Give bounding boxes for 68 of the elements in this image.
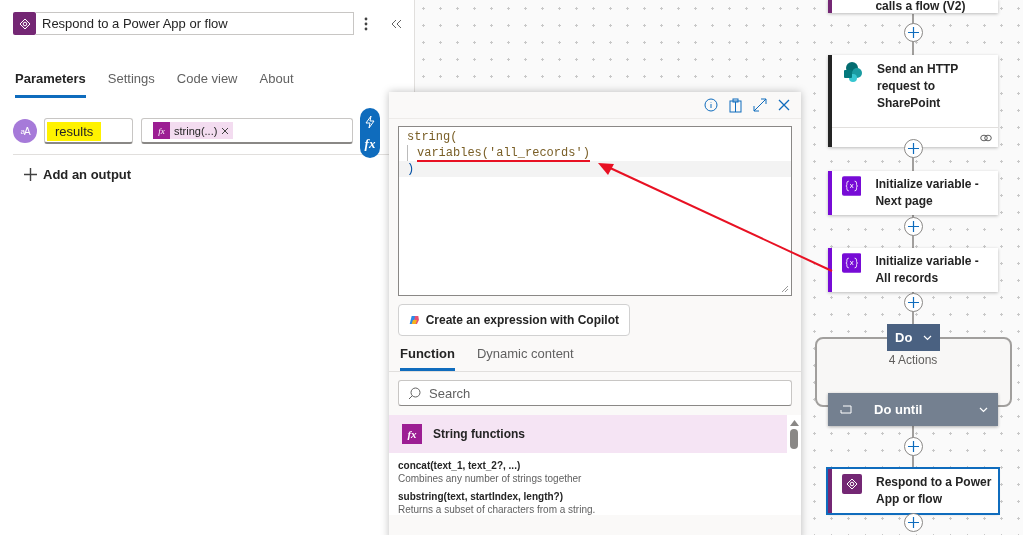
loop-card[interactable]: Do until (828, 393, 998, 426)
expression-button[interactable]: fx (364, 135, 376, 152)
scrollbar-thumb[interactable] (790, 429, 798, 449)
lightning-icon[interactable] (364, 114, 376, 129)
actions-count: 4 Actions (887, 353, 939, 367)
sharepoint-icon (842, 61, 864, 83)
search-icon (408, 386, 421, 400)
function-signature[interactable]: substring(text, startIndex, length?) (398, 491, 778, 502)
chevron-down-icon (923, 334, 932, 341)
search-field[interactable]: Search (398, 380, 792, 406)
info-icon[interactable] (704, 98, 718, 112)
plus-icon (908, 441, 919, 452)
plus-icon (908, 143, 919, 154)
close-icon[interactable] (221, 126, 230, 135)
action-title: Initialize variable - Next page (875, 176, 980, 210)
function-signature[interactable]: concat(text_1, text_2?, ...) (398, 460, 778, 471)
plus-icon (908, 221, 919, 232)
add-step-button[interactable] (904, 293, 923, 312)
power-apps-icon (842, 474, 862, 494)
expression-field[interactable]: string( variables('all_records') ) (398, 126, 792, 296)
action-card[interactable]: Respond to a Power App or flow (828, 469, 998, 513)
action-title: Send an HTTP request to SharePoint (877, 61, 960, 112)
plus-icon (908, 27, 919, 38)
add-output-button[interactable]: Add an output (24, 167, 132, 182)
plus-icon (908, 517, 919, 528)
variable-icon (842, 253, 862, 273)
chevron-down-icon (979, 406, 988, 413)
variable-icon (842, 176, 862, 196)
power-apps-icon (13, 12, 36, 35)
close-icon[interactable] (778, 99, 790, 111)
plus-icon (24, 168, 37, 181)
tab[interactable]: Code view (176, 71, 238, 98)
action-name-field[interactable]: Respond to a Power App or flow (36, 12, 354, 35)
add-step-button[interactable] (904, 513, 923, 532)
copilot-button[interactable]: Create an expression with Copilot (398, 304, 630, 336)
expand-icon[interactable] (753, 98, 767, 112)
plus-icon (908, 297, 919, 308)
function-group-header[interactable]: fx String functions (389, 415, 787, 453)
function-description: Combines any number of strings together (398, 473, 583, 484)
link-icon (980, 133, 992, 142)
tab[interactable]: About (259, 71, 294, 98)
action-title: Respond to a Power App or flow (876, 474, 992, 508)
action-card[interactable]: calls a flow (V2) (828, 0, 998, 13)
tab[interactable]: Dynamic content (476, 346, 574, 371)
loop-icon (840, 405, 852, 414)
action-card[interactable]: Initialize variable - Next page (828, 171, 998, 215)
more-options-icon[interactable] (364, 16, 368, 31)
clipboard-icon[interactable] (729, 97, 742, 113)
output-value-field[interactable]: fx string(...) (141, 118, 353, 144)
collapse-icon[interactable] (391, 18, 402, 29)
output-name-field[interactable]: results (44, 118, 133, 144)
expression-token[interactable]: fx string(...) (153, 122, 234, 139)
scroll-up-icon[interactable] (789, 420, 799, 426)
tab[interactable]: Settings (107, 71, 155, 98)
action-card[interactable]: Initialize variable - All records (828, 248, 998, 292)
add-step-button[interactable] (904, 437, 923, 456)
loop-title: Do until (874, 401, 924, 418)
text-type-badge: aA (13, 119, 37, 143)
action-card[interactable]: Send an HTTP request to SharePoint (828, 55, 998, 147)
action-title: calls a flow (V2) (875, 0, 967, 13)
add-step-button[interactable] (904, 23, 923, 42)
add-step-button[interactable] (904, 217, 923, 236)
scope-button[interactable]: Do (887, 324, 940, 351)
resize-handle-icon[interactable] (781, 285, 789, 293)
tab[interactable]: Parameters (15, 71, 86, 98)
copilot-icon (409, 313, 420, 327)
function-description: Returns a subset of characters from a string. (398, 504, 597, 515)
action-title: Initialize variable - All records (875, 253, 980, 287)
